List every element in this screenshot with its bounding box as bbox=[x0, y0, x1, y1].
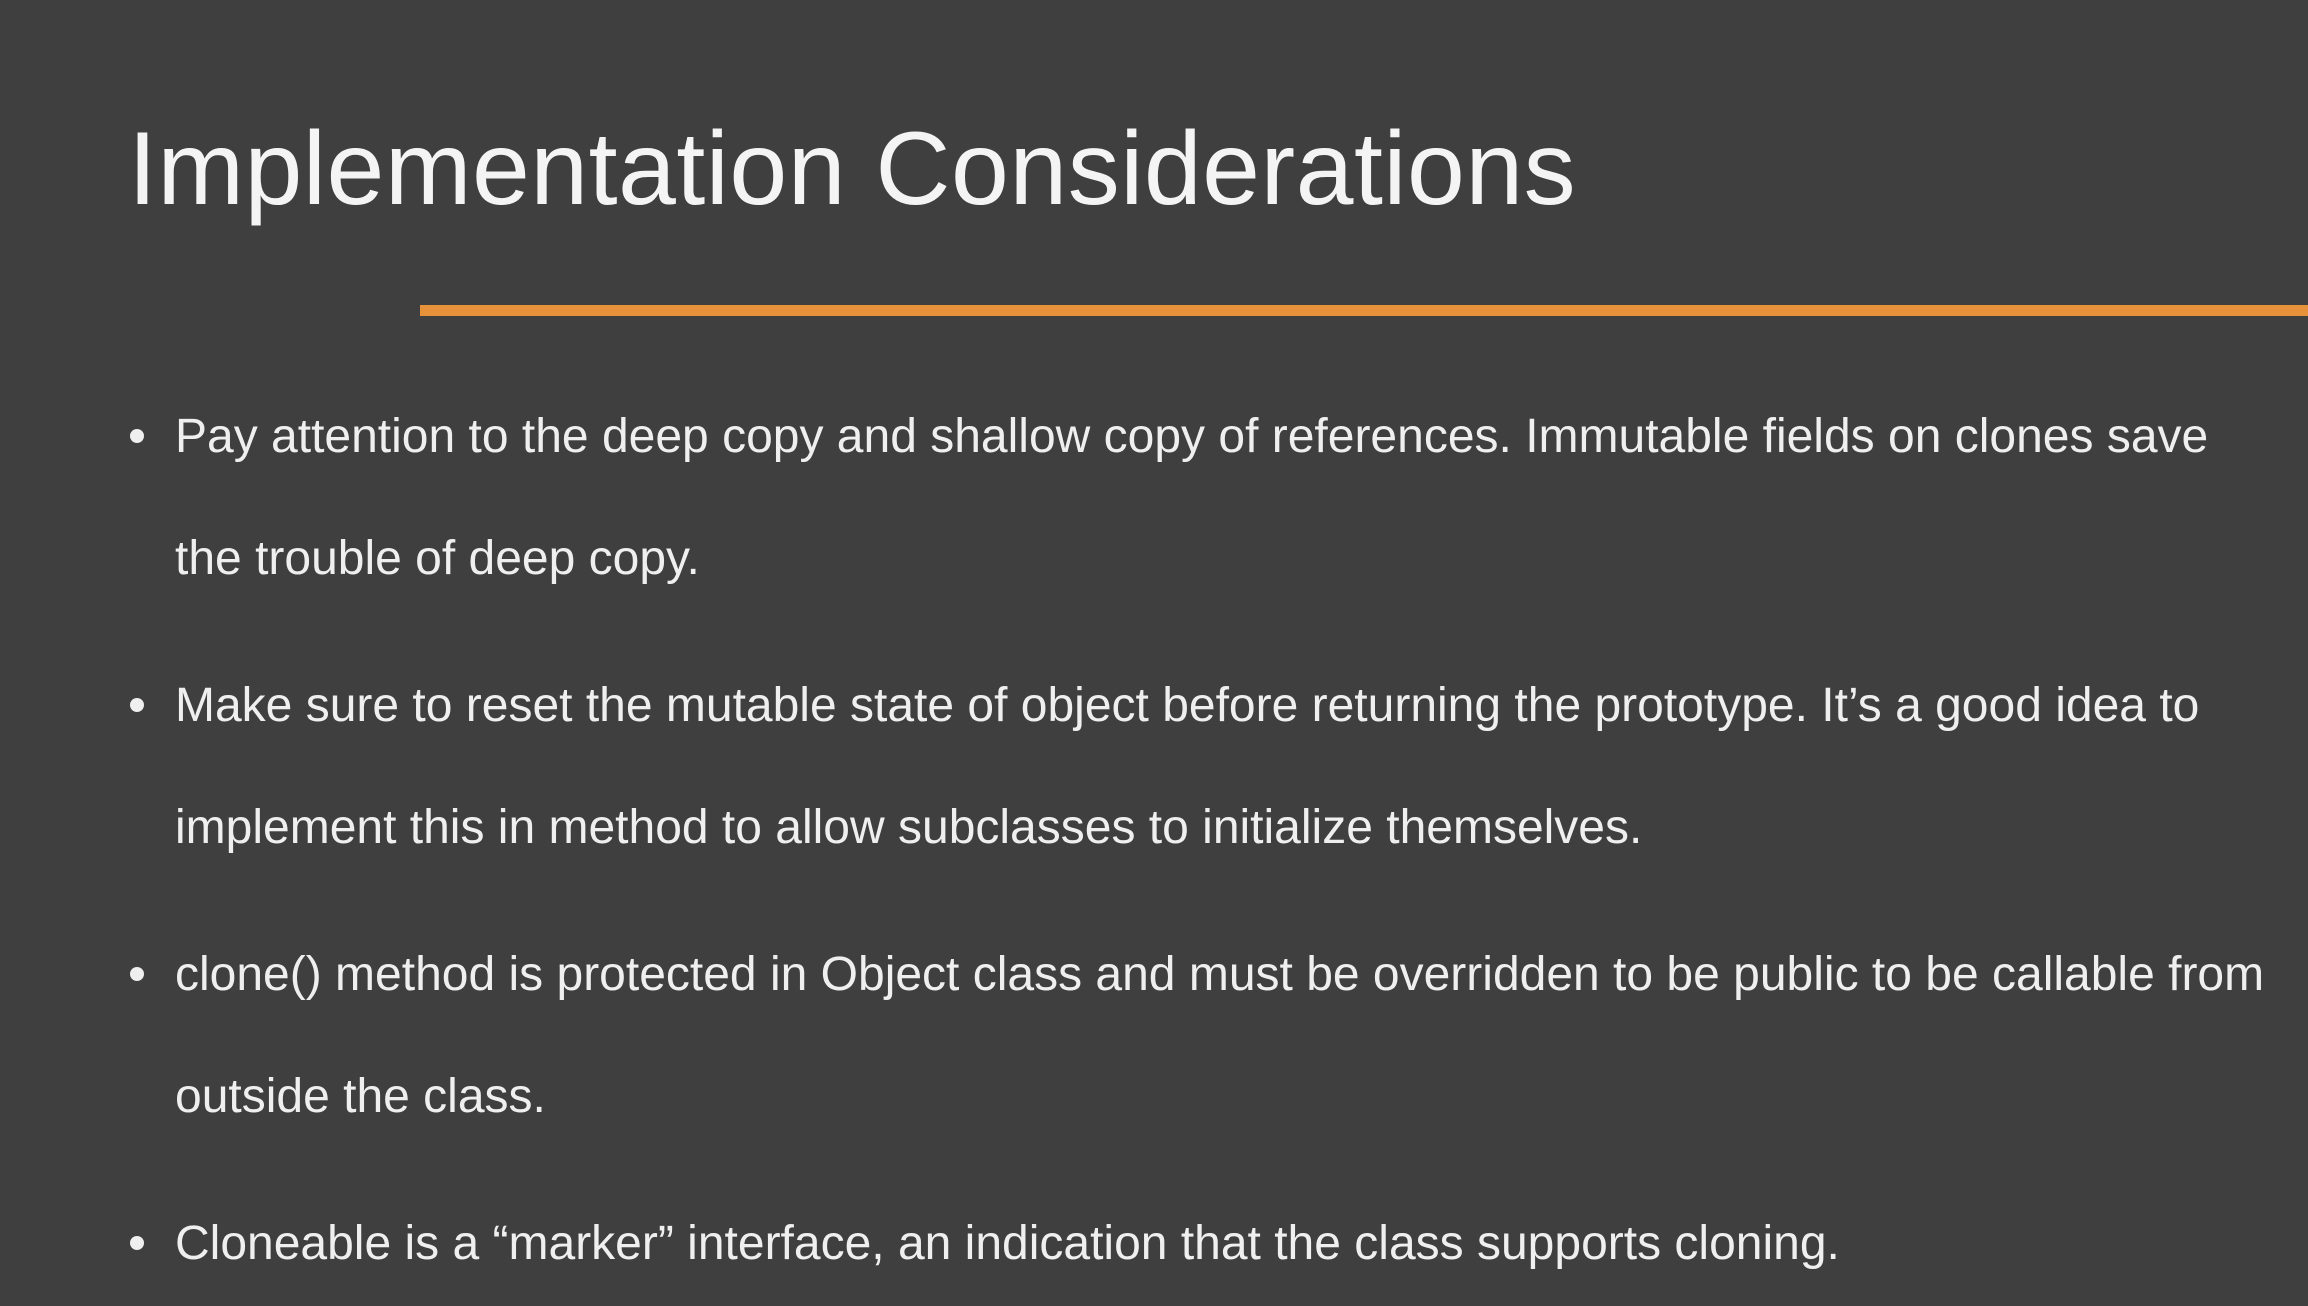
bullet-dot-icon bbox=[130, 1236, 144, 1250]
bullet-text: Make sure to reset the mutable state of … bbox=[175, 679, 2200, 854]
bullet-dot-icon bbox=[130, 967, 144, 981]
bullet-list: Pay attention to the deep copy and shall… bbox=[128, 376, 2268, 1306]
bullet-item: Pay attention to the deep copy and shall… bbox=[128, 376, 2268, 620]
bullet-text: clone() method is protected in Object cl… bbox=[175, 948, 2265, 1123]
bullet-item: clone() method is protected in Object cl… bbox=[128, 914, 2268, 1158]
bullet-dot-icon bbox=[130, 698, 144, 712]
bullet-text: Cloneable is a “marker” interface, an in… bbox=[175, 1217, 1840, 1270]
bullet-dot-icon bbox=[130, 429, 144, 443]
slide-title: Implementation Considerations bbox=[128, 111, 1577, 227]
bullet-item: Cloneable is a “marker” interface, an in… bbox=[128, 1183, 2268, 1305]
presentation-slide: Implementation Considerations Pay attent… bbox=[0, 0, 2308, 1306]
title-accent-rule bbox=[420, 305, 2308, 316]
bullet-text: Pay attention to the deep copy and shall… bbox=[175, 410, 2209, 585]
bullet-item: Make sure to reset the mutable state of … bbox=[128, 645, 2268, 889]
